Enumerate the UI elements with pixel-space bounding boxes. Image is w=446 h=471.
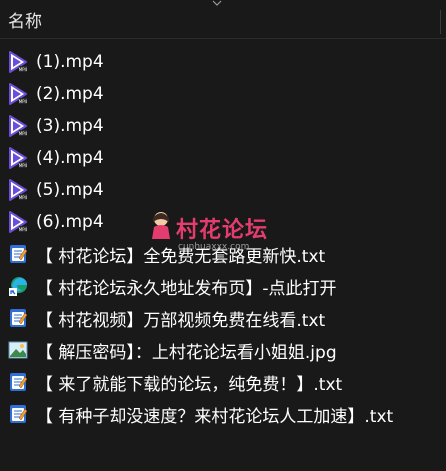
file-row[interactable]: 【 有种子却没速度？来村花论坛人工加速】.txt: [0, 398, 446, 430]
svg-text:MP4: MP4: [19, 99, 28, 104]
svg-text:MP4: MP4: [19, 163, 28, 168]
file-name: (1).mp4: [36, 52, 104, 72]
file-explorer-window: 名称 MP4 (1).mp4 MP4 (2).mp4 MP4 (3).mp4 MP4 (4).…: [0, 0, 446, 471]
file-name: (4).mp4: [36, 148, 104, 168]
file-row[interactable]: 【 村花论坛】全免费无套路更新快.txt: [0, 238, 446, 270]
video-file-icon: MP4: [7, 179, 29, 201]
file-row[interactable]: MP4 (3).mp4: [0, 110, 446, 142]
svg-text:MP4: MP4: [19, 131, 28, 136]
file-name: 【 村花论坛永久地址发布页】-点此打开: [36, 278, 337, 299]
file-name: (6).mp4: [36, 212, 104, 232]
sort-caret-icon: [212, 0, 222, 6]
file-row[interactable]: MP4 (2).mp4: [0, 78, 446, 110]
file-row[interactable]: 【 解压密码】：上村花论坛看小姐姐.jpg: [0, 334, 446, 366]
video-file-icon: MP4: [7, 115, 29, 137]
svg-text:MP4: MP4: [19, 195, 28, 200]
file-row[interactable]: 【 来了就能下载的论坛，纯免费！】.txt: [0, 366, 446, 398]
image-file-icon: [7, 339, 29, 361]
text-file-icon: [7, 307, 29, 329]
file-row[interactable]: MP4 (1).mp4: [0, 46, 446, 78]
column-divider[interactable]: [440, 10, 441, 34]
column-header: 名称: [0, 0, 446, 39]
video-file-icon: MP4: [7, 83, 29, 105]
file-name: 【 村花视频】万部视频免费在线看.txt: [36, 310, 326, 331]
file-list: MP4 (1).mp4 MP4 (2).mp4 MP4 (3).mp4 MP4 (4).mp4…: [0, 46, 446, 430]
svg-text:MP4: MP4: [19, 227, 28, 232]
file-name: 【 来了就能下载的论坛，纯免费！】.txt: [36, 374, 343, 395]
file-row[interactable]: MP4 (5).mp4: [0, 174, 446, 206]
file-name: (3).mp4: [36, 116, 104, 136]
file-row[interactable]: MP4 (4).mp4: [0, 142, 446, 174]
edge-shortcut-icon: [7, 275, 29, 297]
video-file-icon: MP4: [7, 51, 29, 73]
text-file-icon: [7, 243, 29, 265]
file-name: (2).mp4: [36, 84, 104, 104]
file-row[interactable]: 【 村花视频】万部视频免费在线看.txt: [0, 302, 446, 334]
video-file-icon: MP4: [7, 147, 29, 169]
text-file-icon: [7, 371, 29, 393]
file-name: 【 解压密码】：上村花论坛看小姐姐.jpg: [36, 342, 337, 363]
file-row[interactable]: MP4 (6).mp4: [0, 206, 446, 238]
text-file-icon: [7, 403, 29, 425]
file-name: 【 村花论坛】全免费无套路更新快.txt: [36, 246, 326, 267]
file-row[interactable]: 【 村花论坛永久地址发布页】-点此打开: [0, 270, 446, 302]
column-header-name[interactable]: 名称: [8, 7, 42, 32]
file-name: (5).mp4: [36, 180, 104, 200]
video-file-icon: MP4: [7, 211, 29, 233]
svg-text:MP4: MP4: [19, 67, 28, 72]
file-name: 【 有种子却没速度？来村花论坛人工加速】.txt: [36, 406, 394, 427]
